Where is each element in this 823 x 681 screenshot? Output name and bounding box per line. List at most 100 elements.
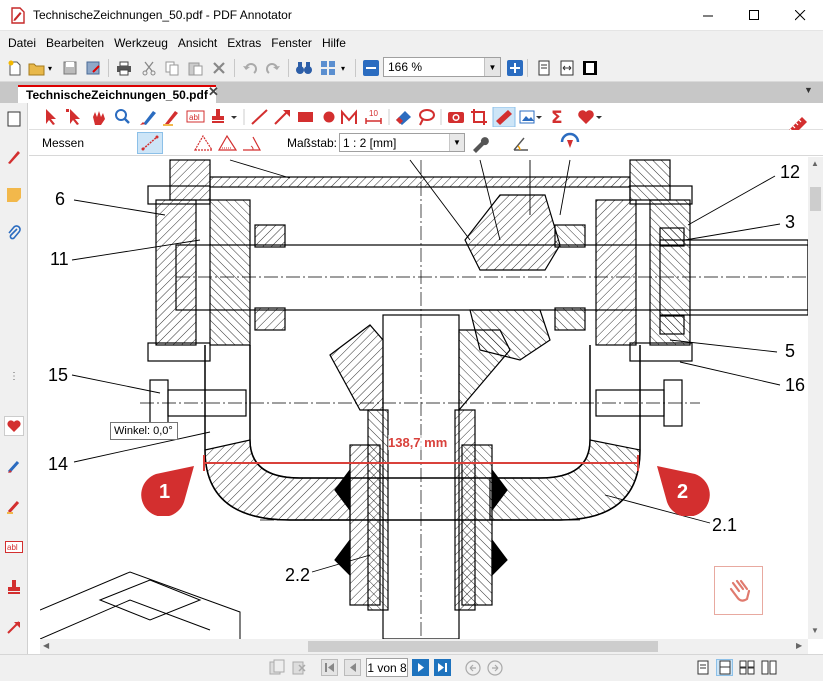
angle-tool-icon[interactable] [240, 133, 264, 153]
measure-point-2-marker[interactable]: 2 [655, 464, 715, 516]
touch-mode-button[interactable] [714, 566, 763, 615]
vertical-scroll-thumb[interactable] [810, 187, 821, 211]
delete-button[interactable] [209, 58, 229, 78]
pen-tool-icon[interactable] [140, 111, 156, 125]
hand-tool-icon[interactable] [93, 111, 105, 125]
scroll-up-icon[interactable]: ▲ [811, 159, 819, 168]
sidebar-textbox-button[interactable]: abl [4, 537, 24, 557]
sidebar-splitter[interactable]: ⋮ [4, 371, 24, 382]
select-tool-icon[interactable] [46, 109, 56, 125]
copy-button[interactable] [162, 58, 182, 78]
perimeter-tool-icon[interactable] [192, 133, 216, 153]
fit-page-button[interactable] [534, 58, 554, 78]
image-tool-icon[interactable] [519, 110, 542, 124]
measure-tool-icon[interactable] [492, 107, 516, 127]
open-dropdown[interactable]: ▾ [45, 58, 55, 78]
find-button[interactable] [294, 58, 314, 78]
save-as-button[interactable] [83, 58, 103, 78]
menu-datei[interactable]: Datei [3, 36, 41, 50]
view-dropdown[interactable]: ▾ [338, 58, 348, 78]
arrow-tool-icon[interactable] [274, 110, 290, 125]
continuous-view-button[interactable] [716, 659, 733, 676]
eraser-tool-icon[interactable] [396, 111, 411, 125]
menu-bearbeiten[interactable]: Bearbeiten [41, 36, 109, 50]
rectangle-tool-icon[interactable] [298, 112, 313, 122]
calibrate-icon[interactable] [559, 132, 581, 154]
tab-close-icon[interactable]: ✕ [208, 84, 219, 100]
line-tool-icon[interactable] [251, 109, 268, 125]
thumbnail-view-button[interactable] [318, 58, 338, 78]
scroll-down-icon[interactable]: ▼ [811, 626, 819, 635]
polyline-tool-icon[interactable] [341, 109, 357, 124]
document-tab[interactable]: TechnischeZeichnungen_50.pdf [18, 85, 216, 103]
horizontal-scrollbar[interactable]: ◀ ▶ [40, 639, 808, 654]
sidebar-brush-button[interactable] [4, 457, 24, 477]
scale-select[interactable]: 1 : 2 [mm] ▼ [339, 133, 465, 152]
new-document-button[interactable] [5, 58, 25, 78]
sidebar-arrow-button[interactable] [4, 617, 24, 637]
open-button[interactable] [27, 58, 47, 78]
menu-werkzeug[interactable]: Werkzeug [109, 36, 173, 50]
last-page-button[interactable] [434, 659, 451, 676]
fit-width-button[interactable] [557, 58, 577, 78]
camera-tool-icon[interactable] [448, 112, 464, 123]
single-page-view-button[interactable] [694, 659, 711, 676]
measure-point-1-marker[interactable]: 1 [136, 464, 196, 516]
distance-tool-active[interactable] [137, 132, 163, 154]
close-button[interactable] [777, 0, 823, 31]
angle-measure-icon[interactable] [512, 134, 532, 152]
chevron-down-icon[interactable]: ▼ [449, 134, 464, 151]
sidebar-favorites-button[interactable] [4, 416, 24, 436]
sidebar-annotations-button[interactable] [4, 147, 24, 167]
maximize-button[interactable] [731, 0, 777, 31]
menu-extras[interactable]: Extras [222, 36, 266, 50]
zoom-in-button[interactable] [505, 58, 525, 78]
two-page-view-button[interactable] [738, 659, 755, 676]
area-tool-icon[interactable] [216, 133, 240, 153]
vertical-scrollbar[interactable]: ▲ ▼ [808, 157, 823, 639]
back-history-icon[interactable] [464, 659, 482, 677]
wrench-icon[interactable] [469, 133, 491, 153]
sidebar-stamp-button[interactable] [4, 577, 24, 597]
pdf-page-view[interactable]: 6 11 15 14 12 3 5 16 2.1 2.2 138,7 mm [40, 157, 808, 639]
sum-tool-icon[interactable]: Σ [551, 108, 563, 127]
next-page-button[interactable] [412, 659, 429, 676]
dimension-tool-icon[interactable]: 10 [365, 109, 382, 124]
save-button[interactable] [60, 58, 80, 78]
select-area-tool-icon[interactable] [66, 109, 80, 125]
scroll-right-icon[interactable]: ▶ [796, 641, 802, 650]
sidebar-attachments-button[interactable] [4, 223, 24, 243]
zoom-tool-icon[interactable] [115, 109, 130, 124]
lasso-tool-icon[interactable] [419, 109, 435, 126]
menu-fenster[interactable]: Fenster [266, 36, 317, 50]
two-page-continuous-button[interactable] [760, 659, 777, 676]
tab-list-dropdown[interactable]: ▼ [804, 85, 813, 95]
sidebar-pages-button[interactable] [4, 109, 24, 129]
cut-button[interactable] [139, 58, 159, 78]
zoom-out-button[interactable] [361, 58, 381, 78]
marker-tool-icon[interactable] [163, 111, 178, 126]
minimize-button[interactable] [685, 0, 731, 31]
stamp-tool-icon[interactable] [212, 109, 237, 123]
forward-history-icon[interactable] [486, 659, 504, 677]
ellipse-tool-icon[interactable] [323, 111, 335, 123]
paste-button[interactable] [185, 58, 205, 78]
fullscreen-button[interactable] [580, 58, 600, 78]
undo-button[interactable] [240, 58, 260, 78]
chevron-down-icon[interactable]: ▼ [484, 58, 500, 76]
scroll-left-icon[interactable]: ◀ [43, 641, 49, 650]
menu-ansicht[interactable]: Ansicht [173, 36, 222, 50]
print-button[interactable] [114, 58, 134, 78]
horizontal-scroll-thumb[interactable] [308, 641, 658, 652]
favorites-heart-icon[interactable] [578, 110, 602, 124]
menu-hilfe[interactable]: Hilfe [317, 36, 351, 50]
first-page-button[interactable] [321, 659, 338, 676]
page-indicator[interactable]: 1 von 8 [366, 658, 408, 677]
sidebar-notes-button[interactable] [4, 185, 24, 205]
zoom-select[interactable]: 166 % ▼ [383, 57, 501, 77]
text-tool-icon[interactable]: abl [186, 110, 205, 123]
previous-page-button[interactable] [344, 659, 361, 676]
delete-page-icon[interactable] [291, 659, 309, 676]
insert-page-icon[interactable] [268, 659, 286, 676]
crop-tool-icon[interactable] [471, 109, 487, 125]
